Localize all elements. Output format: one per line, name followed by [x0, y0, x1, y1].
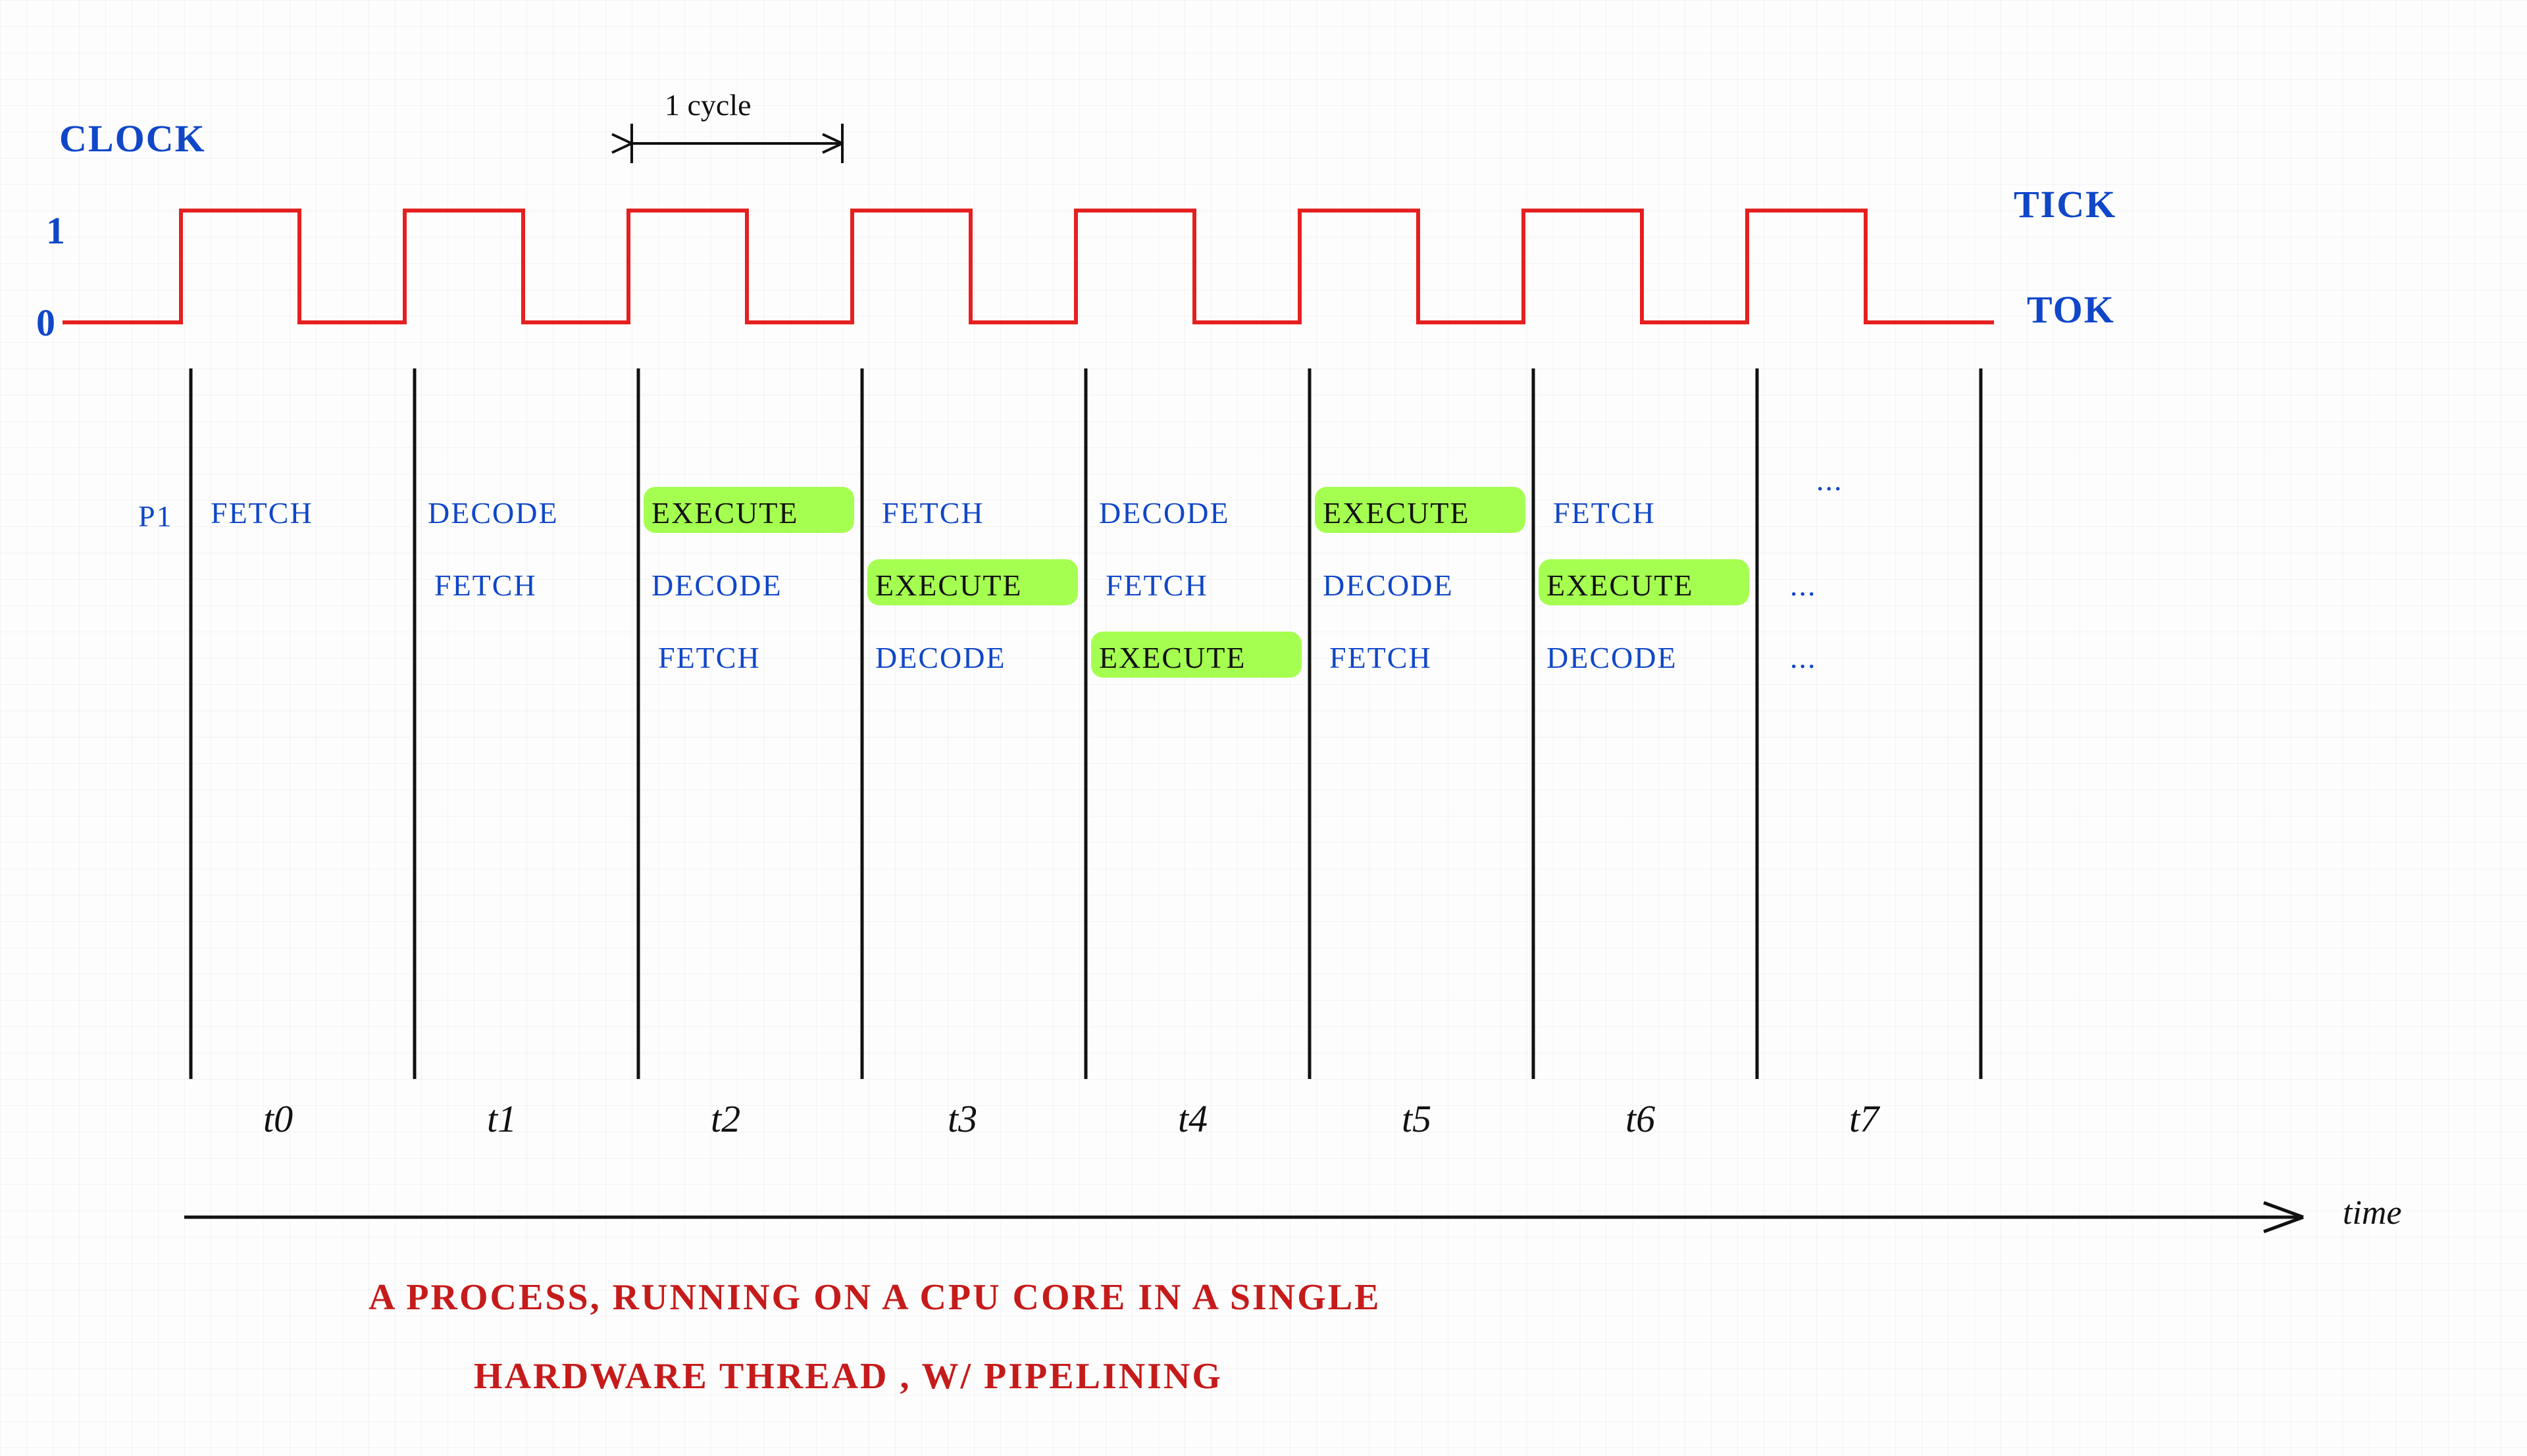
- clock-wave: [63, 211, 1994, 322]
- stage: FETCH: [434, 568, 537, 602]
- stage: FETCH: [211, 496, 313, 530]
- time-axis-arrow: [184, 1203, 2303, 1232]
- stage: DECODE: [1323, 568, 1454, 602]
- stage: EXECUTE: [1546, 568, 1694, 602]
- stage: FETCH: [882, 496, 984, 530]
- tick-t2: t2: [711, 1097, 740, 1140]
- clock-label: CLOCK: [59, 117, 206, 160]
- ellipsis: ...: [1790, 568, 1817, 602]
- stage: DECODE: [651, 568, 782, 602]
- stage: EXECUTE: [1323, 496, 1470, 530]
- pipeline-row-1: FETCH DECODE EXECUTE FETCH DECODE EXECUT…: [211, 463, 1843, 530]
- stage: EXECUTE: [651, 496, 799, 530]
- pipelining-diagram: CLOCK 1 0 1 cycle TICK TOK P1 FETCH DECO…: [0, 0, 2527, 1456]
- ellipsis: ...: [1790, 641, 1817, 674]
- stage: FETCH: [1553, 496, 1656, 530]
- clock-lo: 0: [36, 301, 57, 344]
- time-gridlines: [191, 368, 1981, 1079]
- pipeline-row-3: FETCH DECODE EXECUTE FETCH DECODE ...: [658, 641, 1817, 674]
- tick-t1: t1: [487, 1097, 517, 1140]
- tick-t0: t0: [263, 1097, 293, 1140]
- tick-labels: t0 t1 t2 t3 t4 t5 t6 t7: [263, 1097, 1880, 1140]
- stage: FETCH: [1106, 568, 1208, 602]
- time-axis-label: time: [2343, 1194, 2402, 1232]
- clock-hi: 1: [46, 209, 66, 252]
- cycle-span-arrow: [612, 134, 842, 153]
- tok-label: TOK: [2027, 288, 2115, 331]
- tick-t3: t3: [948, 1097, 977, 1140]
- caption-line-2: HARDWARE THREAD , W/ PIPELINING: [474, 1356, 1223, 1397]
- pipeline-row-2: FETCH DECODE EXECUTE FETCH DECODE EXECUT…: [434, 568, 1817, 602]
- tick-t7: t7: [1849, 1097, 1880, 1140]
- stage: FETCH: [658, 641, 761, 674]
- stage: DECODE: [1546, 641, 1677, 674]
- tick-label: TICK: [2014, 183, 2116, 226]
- stage: EXECUTE: [1099, 641, 1246, 674]
- ellipsis: ...: [1816, 463, 1843, 497]
- stage: DECODE: [875, 641, 1006, 674]
- stage: EXECUTE: [875, 568, 1023, 602]
- pipe-label: P1: [138, 499, 173, 533]
- stage: FETCH: [1329, 641, 1432, 674]
- cycle-label: 1 cycle: [665, 88, 752, 122]
- tick-t4: t4: [1178, 1097, 1208, 1140]
- tick-t5: t5: [1402, 1097, 1431, 1140]
- caption-line-1: A PROCESS, RUNNING ON A CPU CORE IN A SI…: [369, 1277, 1381, 1318]
- tick-t6: t6: [1625, 1097, 1655, 1140]
- stage: DECODE: [1099, 496, 1230, 530]
- stage: DECODE: [428, 496, 559, 530]
